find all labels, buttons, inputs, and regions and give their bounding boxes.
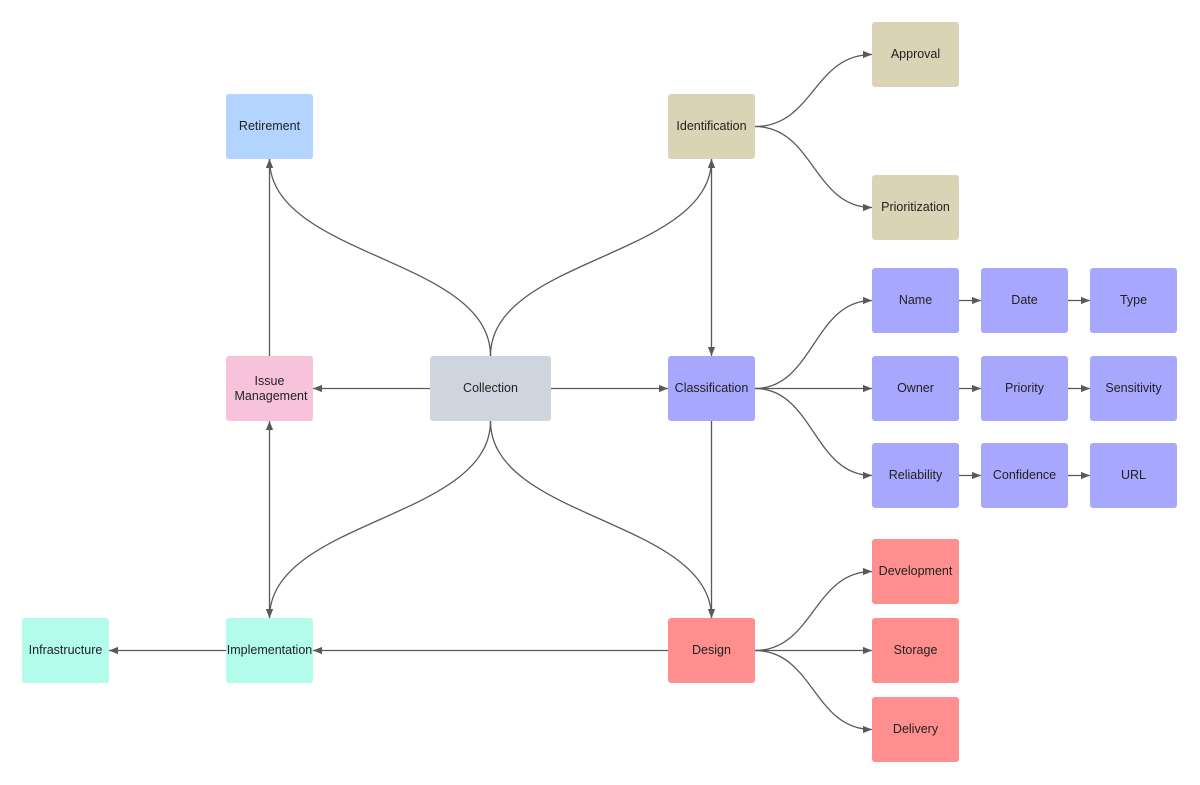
- node-retirement[interactable]: Retirement: [226, 94, 313, 159]
- node-issue[interactable]: Issue Management: [226, 356, 313, 421]
- node-approval[interactable]: Approval: [872, 22, 959, 87]
- node-prioritization[interactable]: Prioritization: [872, 175, 959, 240]
- node-label: Implementation: [226, 643, 313, 657]
- edge-collection-to-retirement: [265, 158, 492, 357]
- node-label: Name: [898, 293, 933, 307]
- node-label: Date: [1011, 293, 1038, 307]
- node-date[interactable]: Date: [981, 268, 1068, 333]
- node-label: Owner: [897, 381, 934, 395]
- node-confidence[interactable]: Confidence: [981, 443, 1068, 508]
- node-label: Type: [1119, 293, 1148, 307]
- edge-identification-to-prioritization: [754, 125, 873, 212]
- node-label: Identification: [676, 119, 747, 133]
- node-collection[interactable]: Collection: [430, 356, 551, 421]
- node-design[interactable]: Design: [668, 618, 755, 683]
- node-label: Confidence: [992, 468, 1057, 482]
- node-label: Approval: [890, 47, 941, 61]
- node-label: Priority: [1005, 381, 1044, 395]
- node-label: URL: [1120, 468, 1146, 482]
- node-label: Reliability: [888, 468, 943, 482]
- node-label: Collection: [463, 381, 518, 395]
- node-label: Design: [692, 643, 731, 657]
- node-label: Infrastructure: [28, 643, 103, 657]
- edge-classification-to-name: [754, 296, 873, 390]
- edge-classification-to-reliability: [754, 387, 873, 480]
- edge-collection-to-identification: [489, 158, 716, 357]
- node-identification[interactable]: Identification: [668, 94, 755, 159]
- node-priority[interactable]: Priority: [981, 356, 1068, 421]
- diagram-canvas: Retirement Identification Approval Prioriti…: [0, 0, 1200, 785]
- node-delivery[interactable]: Delivery: [872, 697, 959, 762]
- edge-identification-to-approval: [754, 50, 873, 128]
- node-label: Storage: [893, 643, 938, 657]
- node-label: Classification: [674, 381, 749, 395]
- node-label: Issue Management: [234, 373, 308, 403]
- node-implementation[interactable]: Implementation: [226, 618, 313, 683]
- node-storage[interactable]: Storage: [872, 618, 959, 683]
- node-type[interactable]: Type: [1090, 268, 1177, 333]
- node-label: Sensitivity: [1105, 381, 1162, 395]
- node-development[interactable]: Development: [872, 539, 959, 604]
- node-url[interactable]: URL: [1090, 443, 1177, 508]
- node-owner[interactable]: Owner: [872, 356, 959, 421]
- node-label: Prioritization: [881, 200, 950, 214]
- node-classification[interactable]: Classification: [668, 356, 755, 421]
- node-sensitivity[interactable]: Sensitivity: [1090, 356, 1177, 421]
- node-name[interactable]: Name: [872, 268, 959, 333]
- node-infrastructure[interactable]: Infrastructure: [22, 618, 109, 683]
- node-label: Development: [878, 564, 953, 578]
- node-label: Delivery: [892, 722, 939, 736]
- edge-design-to-development: [754, 567, 873, 652]
- edge-collection-to-design: [489, 420, 716, 619]
- edge-design-to-delivery: [754, 649, 873, 734]
- edge-collection-to-implementation: [265, 420, 492, 619]
- node-reliability[interactable]: Reliability: [872, 443, 959, 508]
- node-label: Retirement: [238, 119, 301, 133]
